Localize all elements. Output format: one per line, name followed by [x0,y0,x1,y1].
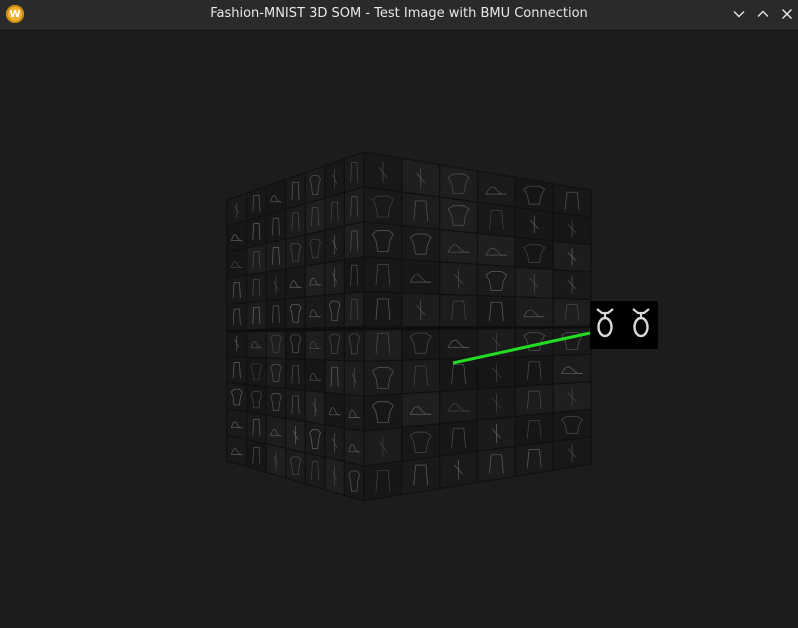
title-bar[interactable]: W Fashion-MNIST 3D SOM - Test Image with… [0,0,798,29]
som-node [401,358,441,395]
som-node [363,290,403,328]
som-node [514,176,554,213]
som-node [514,354,554,388]
som-node [304,164,326,205]
som-node [285,296,306,330]
test-image-panel [590,301,658,349]
som-node [363,221,403,260]
som-node [265,328,287,360]
som-node [285,327,306,360]
som-node [285,234,306,270]
som-node [439,196,479,234]
som-3d-viewport[interactable] [0,29,798,628]
som-node [401,191,441,231]
som-node [343,325,365,363]
som-node [226,355,248,386]
som-node [304,420,326,458]
maximize-button[interactable] [753,4,773,24]
som-node [246,383,267,416]
som-node [246,271,267,304]
som-node [514,383,554,418]
close-icon [782,9,792,19]
som-node [363,325,403,363]
som-node [265,208,287,245]
som-node [401,224,441,263]
som-node [476,294,516,328]
chevron-down-icon [733,11,745,18]
som-node [226,274,248,306]
som-node [552,408,592,443]
som-node [514,440,554,478]
som-node [265,385,287,420]
som-node [324,191,345,232]
som-node [285,202,306,240]
som-node [285,171,306,211]
som-node [265,298,287,331]
som-node [285,358,306,392]
som-cube [226,151,592,502]
som-node [343,290,365,328]
som-node [343,460,365,502]
som-node [246,411,267,445]
som-node [304,451,326,491]
som-node [285,387,306,423]
som-node [401,455,441,496]
som-node [552,182,592,219]
cube-seam [226,327,365,333]
som-node [439,419,479,457]
som-node [324,326,345,362]
som-node [439,293,479,328]
som-node [324,292,345,329]
som-node [246,356,267,388]
som-node [343,255,365,295]
som-node [304,197,326,236]
som-node [363,186,403,227]
som-node [324,359,345,396]
close-button[interactable] [777,4,797,24]
som-node [476,263,516,298]
som-node [304,229,326,267]
som-node [343,221,365,261]
som-node [343,186,365,227]
som-node [401,325,441,361]
som-node [476,201,516,238]
som-node [363,256,403,294]
som-node [363,393,403,432]
som-node [265,238,287,273]
som-node [226,382,248,413]
cube-seam [363,325,592,331]
som-node [246,214,267,249]
som-node [246,300,267,331]
som-node [514,412,554,448]
som-node [514,236,554,271]
som-node [363,460,403,502]
som-node [226,301,248,332]
som-node [265,357,287,390]
som-node [401,423,441,462]
som-node [439,163,479,203]
som-node [552,297,592,328]
chevron-up-icon [757,10,769,17]
som-node [246,438,267,474]
app-window: W Fashion-MNIST 3D SOM - Test Image with… [0,0,798,628]
som-node [476,445,516,484]
som-node [343,151,365,194]
som-node [246,242,267,276]
som-node [285,447,306,485]
minimize-button[interactable] [729,4,749,24]
window-title: Fashion-MNIST 3D SOM - Test Image with B… [210,6,588,21]
som-node [363,359,403,397]
